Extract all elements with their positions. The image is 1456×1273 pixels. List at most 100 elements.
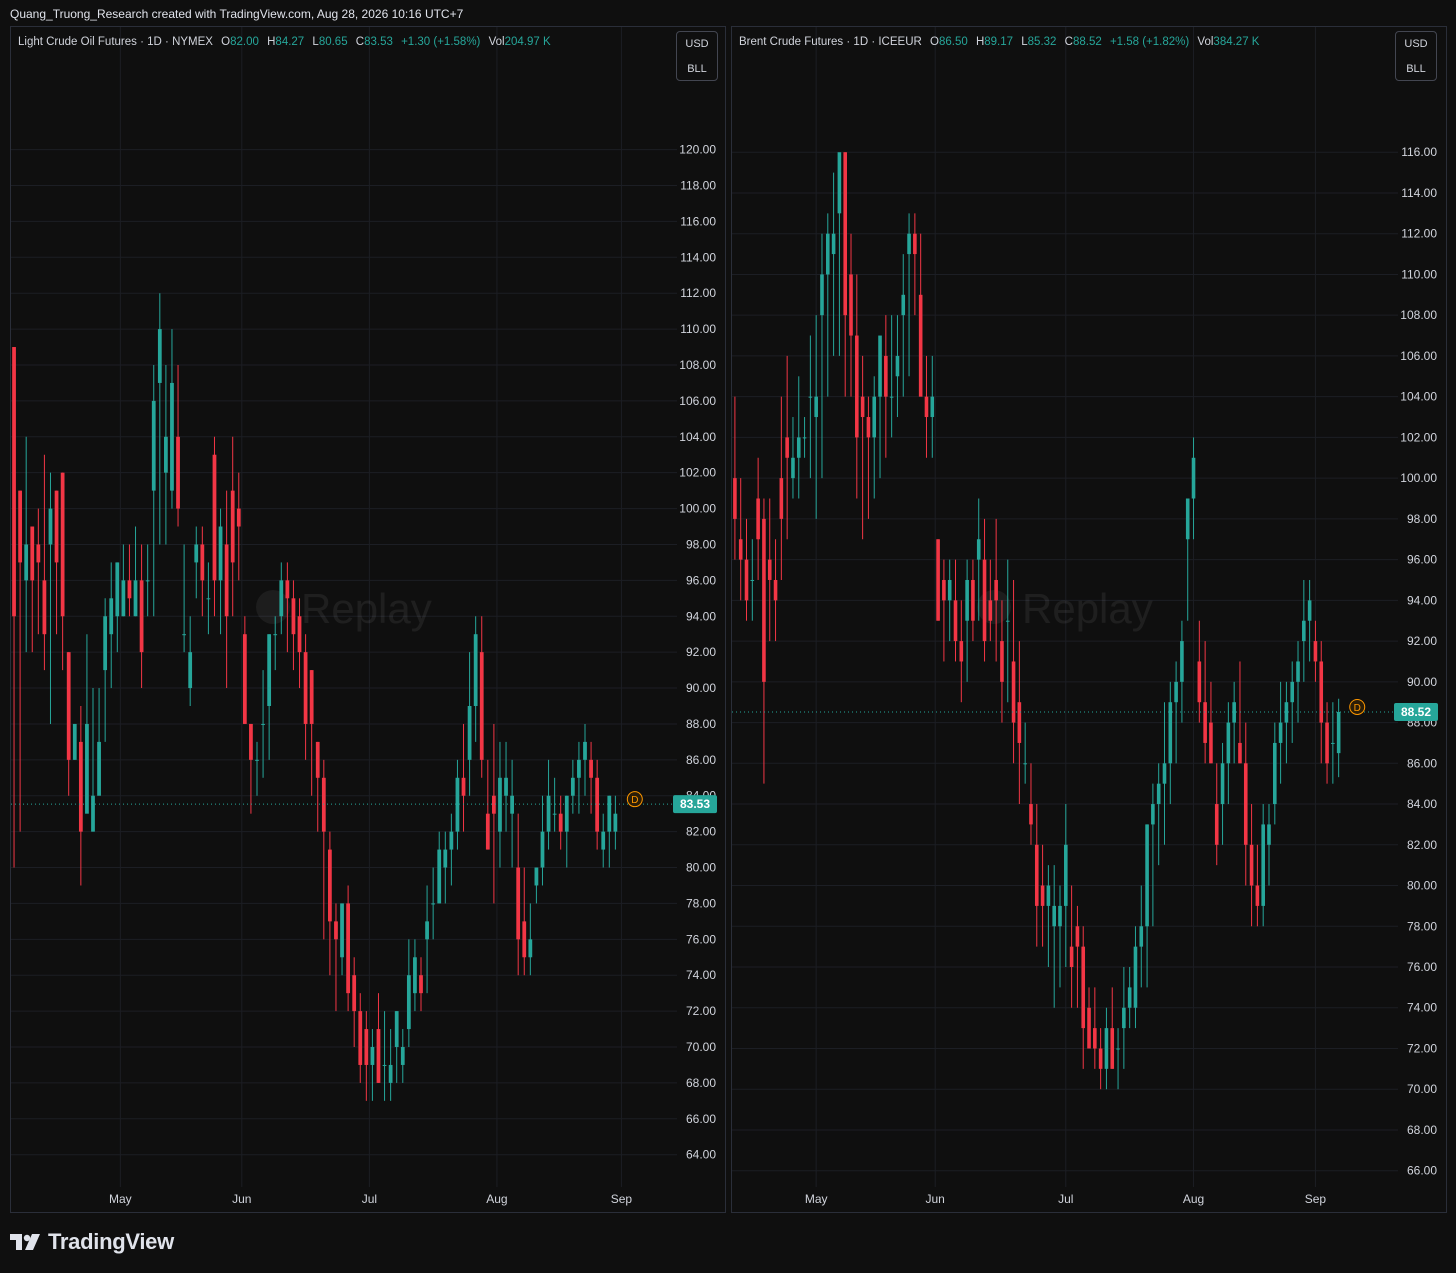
y-tick-label: 116.00 xyxy=(680,214,716,228)
candle-body xyxy=(85,723,89,814)
candle-body xyxy=(796,437,801,458)
candle-body xyxy=(236,508,241,527)
candle-body xyxy=(1000,641,1004,682)
y-tick-label: 118.00 xyxy=(680,179,716,193)
x-tick-label: Jul xyxy=(362,1192,377,1206)
candle-body xyxy=(971,579,975,621)
candle-body xyxy=(1209,722,1213,764)
tradingview-logo[interactable]: TradingView xyxy=(10,1229,174,1255)
y-tick-label: 74.00 xyxy=(1407,1001,1437,1015)
candle-body xyxy=(370,1047,375,1065)
currency-label: USD xyxy=(1404,38,1428,50)
candle-body xyxy=(528,939,533,958)
candle-body xyxy=(779,478,784,519)
candle-body xyxy=(1093,1028,1097,1049)
candle-body xyxy=(1185,498,1190,540)
candle-body xyxy=(1075,926,1080,947)
candle-body xyxy=(564,795,569,832)
currency-unit-button[interactable]: USD BLL xyxy=(1395,31,1437,81)
candle-body xyxy=(913,233,917,255)
candle-body xyxy=(988,600,993,621)
candle-body xyxy=(837,152,842,214)
y-tick-label: 96.00 xyxy=(1407,553,1437,567)
candle-body xyxy=(577,759,581,778)
candle-body xyxy=(267,634,272,706)
candle-body xyxy=(91,795,95,832)
candle-body xyxy=(965,579,969,621)
y-tick-label: 70.00 xyxy=(686,1040,716,1054)
y-tick-label: 94.00 xyxy=(1407,593,1437,607)
x-tick-label: Jul xyxy=(1058,1192,1073,1206)
candle-body xyxy=(942,579,946,601)
candle-body xyxy=(855,335,859,438)
candle-body xyxy=(843,152,848,316)
candlestick-chart-svg[interactable]: 120.00 118.00 116.00 114.00 112.00 110.00 108.… xyxy=(11,27,726,1213)
candle-body xyxy=(273,634,278,636)
candle-body xyxy=(151,400,156,491)
candle-body xyxy=(328,849,332,922)
candle-body xyxy=(1145,824,1149,927)
candle-body xyxy=(297,616,302,653)
candle-body xyxy=(1267,824,1271,845)
y-tick-label: 96.00 xyxy=(686,573,716,587)
y-tick-label: 66.00 xyxy=(1407,1164,1437,1178)
y-tick-label: 82.00 xyxy=(686,825,716,839)
candle-body xyxy=(164,436,168,473)
y-tick-label: 78.00 xyxy=(1407,919,1437,933)
y-tick-label: 114.00 xyxy=(1401,186,1437,200)
candle-body xyxy=(767,559,772,580)
candle-body xyxy=(376,1029,381,1083)
candle-body xyxy=(60,472,65,617)
candle-body xyxy=(97,741,101,796)
replay-watermark: Replay xyxy=(1022,585,1153,632)
y-tick-label: 112.00 xyxy=(1401,227,1437,241)
currency-unit-button[interactable]: USD BLL xyxy=(676,31,718,81)
candle-body xyxy=(170,382,174,491)
candle-body xyxy=(413,957,417,994)
dividend-marker-label: D xyxy=(631,795,638,806)
candle-body xyxy=(814,396,818,418)
candle-body xyxy=(1162,763,1167,784)
candle-body xyxy=(744,559,749,601)
candle-body xyxy=(255,759,259,761)
y-tick-label: 104.00 xyxy=(679,430,716,444)
y-tick-label: 120.00 xyxy=(679,143,716,157)
y-tick-label: 84.00 xyxy=(1407,797,1437,811)
candle-body xyxy=(54,490,59,563)
y-tick-label: 88.00 xyxy=(686,717,716,731)
symbol-legend: Light Crude Oil Futures · 1D · NYMEX O82… xyxy=(18,36,551,48)
ohlc-low: 85.32 xyxy=(1027,36,1057,48)
candle-body xyxy=(1127,987,1132,1008)
candle-body xyxy=(895,355,900,377)
y-tick-label: 92.00 xyxy=(686,645,716,659)
candle-body xyxy=(504,777,508,796)
y-tick-label: 86.00 xyxy=(1407,756,1437,770)
ohlc-close: 88.52 xyxy=(1072,36,1102,48)
symbol-exchange: ICEEUR xyxy=(878,36,922,48)
candle-body xyxy=(976,539,981,560)
candle-body xyxy=(907,233,911,255)
candle-body xyxy=(157,329,162,383)
candle-body xyxy=(145,580,150,582)
candle-body xyxy=(959,641,964,662)
candle-body xyxy=(1116,1048,1120,1050)
candle-body xyxy=(849,274,853,336)
y-tick-label: 108.00 xyxy=(679,358,716,372)
candle-body xyxy=(352,975,357,1012)
unit-label: BLL xyxy=(687,63,707,75)
candle-body xyxy=(364,1029,369,1065)
candle-body xyxy=(479,652,484,760)
candle-body xyxy=(889,396,894,398)
candle-body xyxy=(139,580,144,653)
candle-body xyxy=(1319,661,1324,723)
candle-body xyxy=(382,1064,387,1066)
y-tick-label: 78.00 xyxy=(686,896,716,910)
y-tick-label: 76.00 xyxy=(686,932,716,946)
chart-pane-brent-crude[interactable]: 116.00 114.00 112.00 110.00 108.00 106.00 104.… xyxy=(731,26,1447,1213)
candle-body xyxy=(607,795,612,832)
candle-body xyxy=(785,437,789,458)
chart-pane-light-crude[interactable]: 120.00 118.00 116.00 114.00 112.00 110.00 108.… xyxy=(10,26,726,1213)
y-tick-label: 80.00 xyxy=(686,861,716,875)
y-tick-label: 92.00 xyxy=(1407,634,1437,648)
candlestick-chart-svg[interactable]: 116.00 114.00 112.00 110.00 108.00 106.00 104.… xyxy=(732,27,1447,1213)
